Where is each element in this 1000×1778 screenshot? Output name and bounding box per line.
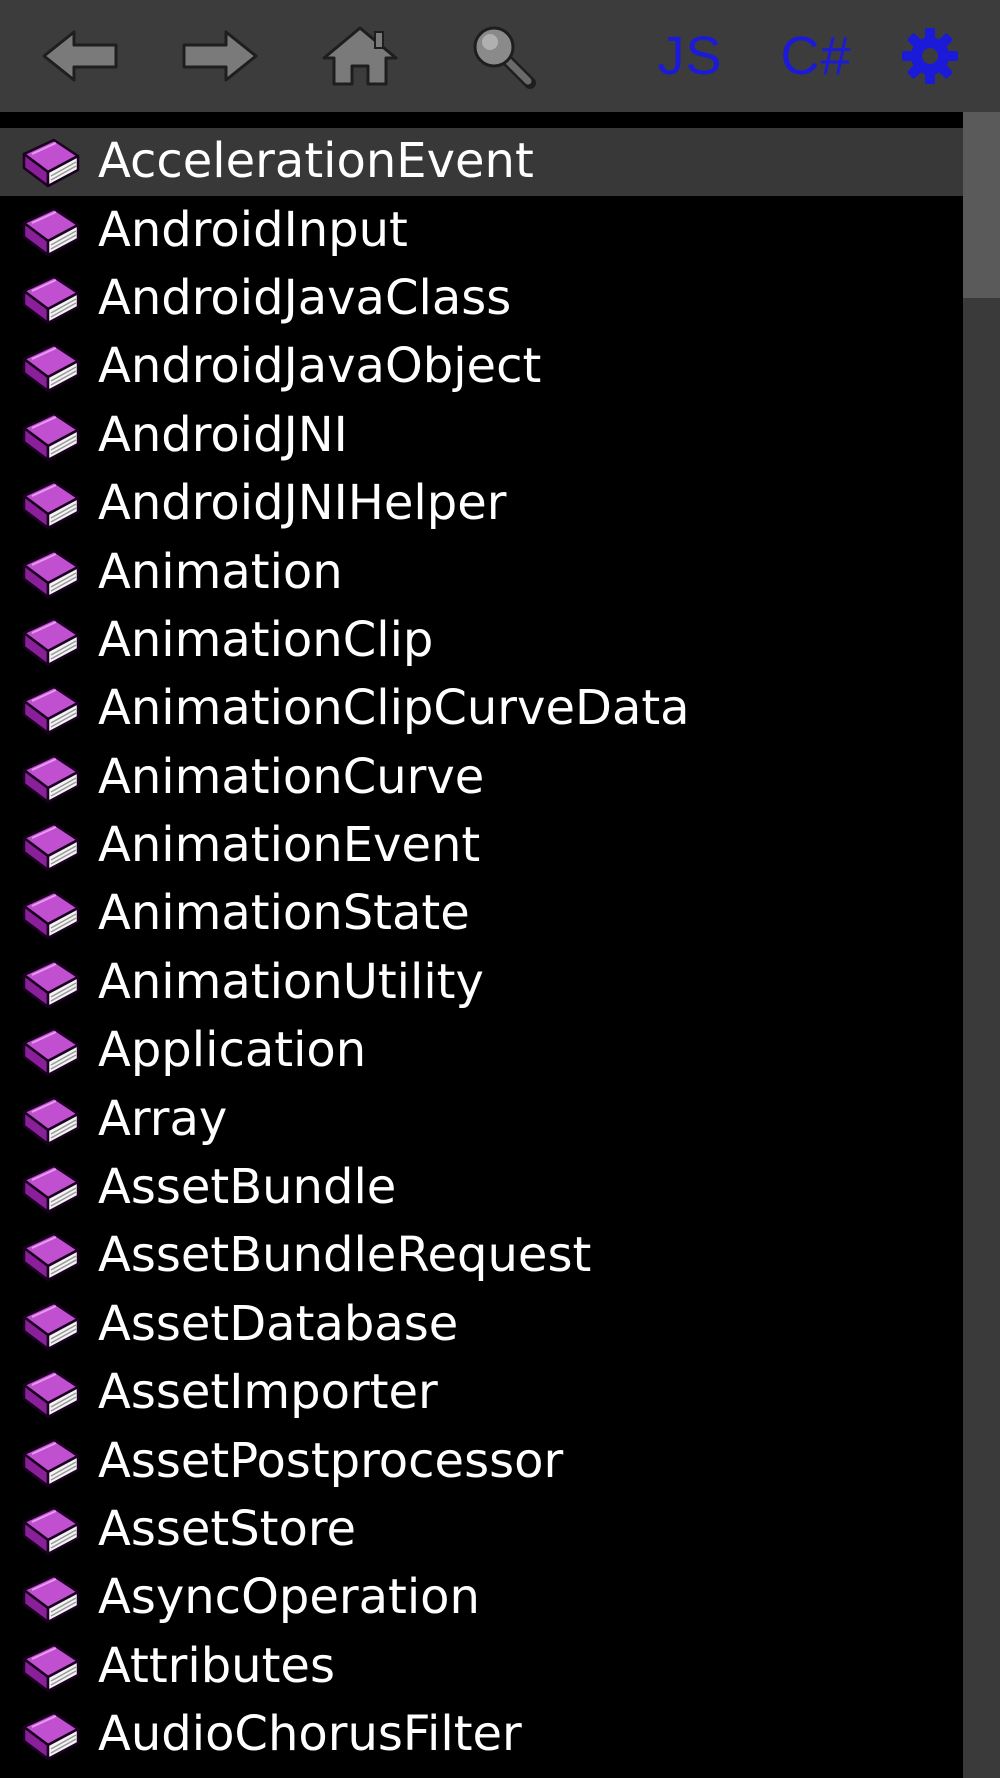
list-item-label: AnimationState [98, 885, 470, 942]
list-item[interactable]: AssetImporter [0, 1359, 963, 1427]
list-item-label: AssetImporter [98, 1364, 438, 1421]
list-item[interactable]: Application [0, 1017, 963, 1085]
book-icon [18, 1639, 82, 1695]
list-item[interactable]: AssetPostprocessor [0, 1427, 963, 1495]
list-item[interactable]: AndroidInput [0, 196, 963, 264]
toolbar-divider [0, 112, 1000, 128]
list-item-label: AsyncOperation [98, 1569, 480, 1626]
list-item-label: Array [98, 1090, 228, 1147]
scrollbar[interactable] [963, 112, 1000, 1778]
list-item-label: Application [98, 1022, 367, 1079]
toolbar: JS C# [0, 0, 1000, 112]
list-item[interactable]: AudioChorusFilter [0, 1701, 963, 1769]
class-list[interactable]: AccelerationEvent AndroidInput AndroidJa… [0, 128, 963, 1778]
back-button[interactable] [38, 14, 122, 98]
list-item-label: AudioChorusFilter [98, 1706, 522, 1763]
book-icon [18, 1023, 82, 1079]
back-arrow-icon [42, 30, 118, 82]
list-item-label: AssetPostprocessor [98, 1432, 564, 1489]
book-icon [18, 134, 82, 190]
book-icon [18, 408, 82, 464]
list-item-label: AndroidJavaObject [98, 338, 542, 395]
list-item-label: AndroidInput [98, 201, 408, 258]
book-icon [18, 750, 82, 806]
list-item-label: AnimationClipCurveData [98, 680, 690, 737]
book-icon [18, 476, 82, 532]
list-item-label: AndroidJavaClass [98, 269, 512, 326]
list-item[interactable]: AnimationEvent [0, 812, 963, 880]
list-item[interactable]: AnimationState [0, 880, 963, 948]
gear-icon [902, 28, 958, 84]
book-icon [18, 681, 82, 737]
list-item-label: AnimationCurve [98, 748, 485, 805]
search-icon [473, 26, 536, 89]
list-item-label: Attributes [98, 1637, 335, 1694]
forward-button[interactable] [178, 14, 262, 98]
list-item[interactable]: AndroidJavaClass [0, 265, 963, 333]
list-item-label: AnimationClip [98, 611, 434, 668]
csharp-button[interactable]: C# [774, 14, 858, 98]
list-item[interactable]: AndroidJNIHelper [0, 470, 963, 538]
scrollbar-thumb[interactable] [963, 112, 1000, 298]
js-button[interactable]: JS [650, 14, 730, 98]
book-icon [18, 1228, 82, 1284]
list-item-label: AssetBundle [98, 1158, 397, 1215]
list-item[interactable]: AnimationClip [0, 607, 963, 675]
list-item[interactable]: Animation [0, 538, 963, 606]
book-icon [18, 955, 82, 1011]
list-item[interactable]: AnimationUtility [0, 949, 963, 1017]
list-item-label: AndroidJNIHelper [98, 475, 507, 532]
home-icon [322, 26, 398, 86]
list-item-label: AndroidJNI [98, 406, 348, 463]
list-item[interactable]: AndroidJavaObject [0, 333, 963, 401]
list-item-label: AssetStore [98, 1500, 357, 1557]
list-item-label: Animation [98, 543, 343, 600]
book-icon [18, 1160, 82, 1216]
book-icon [18, 203, 82, 259]
list-item[interactable]: AssetBundleRequest [0, 1222, 963, 1290]
book-icon [18, 1434, 82, 1490]
list-item[interactable]: AccelerationEvent [0, 128, 963, 197]
book-icon [18, 613, 82, 669]
forward-arrow-icon [182, 30, 258, 82]
list-item[interactable]: AssetDatabase [0, 1291, 963, 1359]
list-item-label: AssetBundleRequest [98, 1227, 592, 1284]
book-icon [18, 1092, 82, 1148]
book-icon [18, 1570, 82, 1626]
book-icon [18, 271, 82, 327]
book-icon [18, 1365, 82, 1421]
book-icon [18, 339, 82, 395]
book-icon [18, 545, 82, 601]
list-item[interactable]: AssetStore [0, 1496, 963, 1564]
list-item[interactable]: Attributes [0, 1633, 963, 1701]
list-item[interactable]: AsyncOperation [0, 1564, 963, 1632]
book-icon [18, 1297, 82, 1353]
book-icon [18, 1502, 82, 1558]
list-item-label: AssetDatabase [98, 1295, 459, 1352]
list-item-label: AnimationUtility [98, 953, 484, 1010]
settings-button[interactable] [898, 14, 962, 98]
list-item-label: AnimationEvent [98, 816, 481, 873]
book-icon [18, 818, 82, 874]
list-item[interactable]: Array [0, 1085, 963, 1153]
list-item-label: AccelerationEvent [98, 133, 534, 190]
book-icon [18, 1707, 82, 1763]
list-item[interactable]: AssetBundle [0, 1154, 963, 1222]
list-item[interactable]: AndroidJNI [0, 402, 963, 470]
home-button[interactable] [318, 14, 402, 98]
book-icon [18, 886, 82, 942]
list-item[interactable]: AnimationCurve [0, 744, 963, 812]
search-button[interactable] [466, 14, 540, 98]
list-item[interactable]: AnimationClipCurveData [0, 675, 963, 743]
